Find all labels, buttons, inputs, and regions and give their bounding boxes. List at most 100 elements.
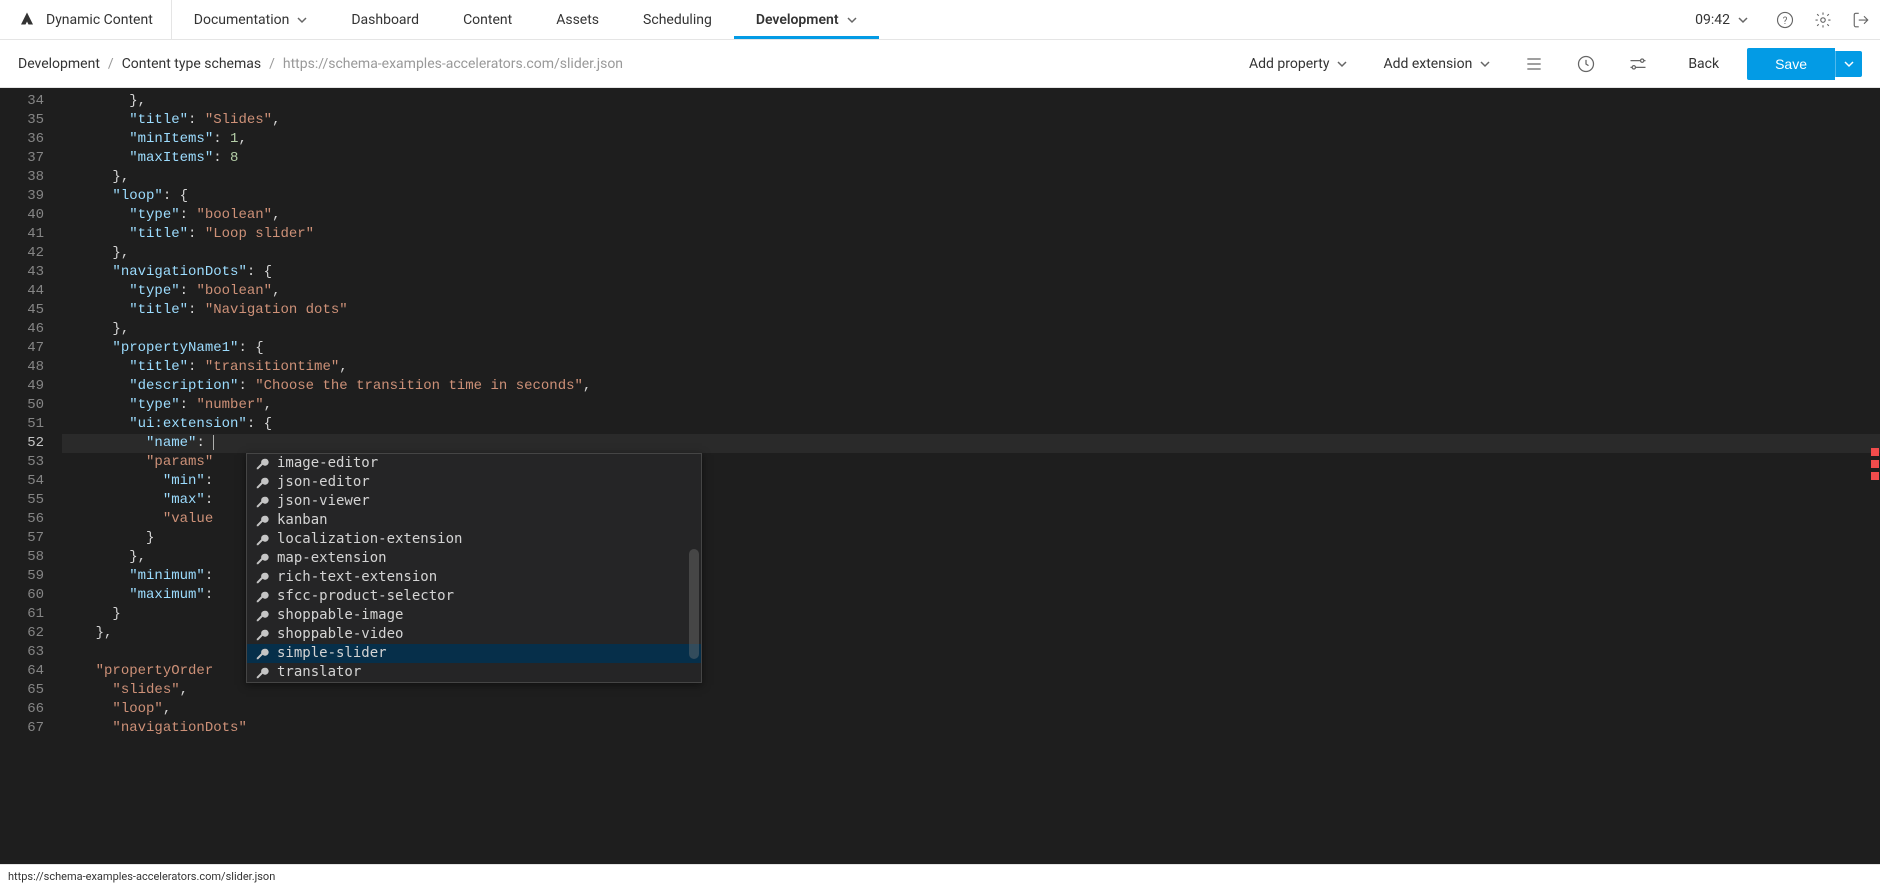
autocomplete-label: map-extension [277,549,387,568]
code-line[interactable]: "ui:extension": { [62,415,1880,434]
code-line[interactable]: "propertyName1": { [62,339,1880,358]
code-line[interactable]: }, [62,168,1880,187]
code-line[interactable]: "loop": { [62,187,1880,206]
autocomplete-item[interactable]: map-extension [247,549,701,568]
code-line[interactable]: "minItems": 1, [62,130,1880,149]
autocomplete-item[interactable]: shoppable-image [247,606,701,625]
code-line[interactable]: "description": "Choose the transition ti… [62,377,1880,396]
nav-item-label: Content [463,12,512,28]
line-number: 65 [0,681,44,700]
line-number: 48 [0,358,44,377]
breadcrumb-item[interactable]: Content type schemas [122,56,261,72]
line-number: 57 [0,529,44,548]
line-number: 35 [0,111,44,130]
code-line[interactable]: "loop", [62,700,1880,719]
autocomplete-item[interactable]: rich-text-extension [247,568,701,587]
autocomplete-item[interactable]: simple-slider [247,644,701,663]
autocomplete-item[interactable]: translator [247,663,701,682]
wrench-icon [255,590,269,604]
line-number: 55 [0,491,44,510]
autocomplete-item[interactable]: image-editor [247,454,701,473]
add-property-label: Add property [1249,56,1329,72]
code-line[interactable]: "type": "boolean", [62,282,1880,301]
autocomplete-item[interactable]: sfcc-product-selector [247,587,701,606]
add-property-button[interactable]: Add property [1235,56,1361,72]
settings-icon[interactable] [1814,11,1832,29]
code-line[interactable]: "navigationDots" [62,719,1880,738]
add-extension-label: Add extension [1383,56,1472,72]
code-line[interactable]: "navigationDots": { [62,263,1880,282]
line-number: 64 [0,662,44,681]
autocomplete-item[interactable]: json-viewer [247,492,701,511]
chevron-down-icon [847,15,857,25]
line-number: 67 [0,719,44,738]
logout-icon[interactable] [1852,11,1870,29]
code-line[interactable]: "name": [62,434,1880,453]
autocomplete-label: sfcc-product-selector [277,587,454,606]
brand-name: Dynamic Content [46,12,153,28]
error-marker[interactable] [1871,472,1879,480]
wrench-icon [255,609,269,623]
line-number: 58 [0,548,44,567]
history-icon[interactable] [1576,54,1596,74]
nav-item-documentation[interactable]: Documentation [172,0,330,39]
wrench-icon [255,495,269,509]
autocomplete-scrollbar[interactable] [689,549,699,659]
code-editor[interactable]: 3435363738394041424344454647484950515253… [0,88,1880,864]
autocomplete-item[interactable]: shoppable-video [247,625,701,644]
autocomplete-popup: image-editorjson-editorjson-viewerkanban… [246,453,702,683]
code-line[interactable]: "title": "Slides", [62,111,1880,130]
save-button-group: Save [1747,48,1862,80]
code-line[interactable]: }, [62,320,1880,339]
autocomplete-item[interactable]: localization-extension [247,530,701,549]
back-button[interactable]: Back [1668,56,1739,72]
code-line[interactable]: "title": "Navigation dots" [62,301,1880,320]
code-line[interactable]: "title": "transitiontime", [62,358,1880,377]
nav-item-assets[interactable]: Assets [534,0,621,39]
chevron-down-icon [297,15,307,25]
code-line[interactable]: "type": "boolean", [62,206,1880,225]
status-bar: https://schema-examples-accelerators.com… [0,864,1880,888]
line-number: 53 [0,453,44,472]
wrench-icon [255,552,269,566]
line-number: 42 [0,244,44,263]
code-line[interactable]: "slides", [62,681,1880,700]
nav-item-content[interactable]: Content [441,0,534,39]
brand-block[interactable]: Dynamic Content [0,0,172,39]
autocomplete-label: shoppable-video [277,625,403,644]
autocomplete-label: kanban [277,511,328,530]
line-number: 56 [0,510,44,529]
wrench-icon [255,647,269,661]
save-split-button[interactable] [1835,51,1862,77]
code-line[interactable]: "title": "Loop slider" [62,225,1880,244]
autocomplete-item[interactable]: json-editor [247,473,701,492]
line-number: 37 [0,149,44,168]
nav-item-dashboard[interactable]: Dashboard [329,0,441,39]
nav-item-label: Documentation [194,12,290,28]
nav-item-label: Assets [556,12,599,28]
nav-item-scheduling[interactable]: Scheduling [621,0,734,39]
clock-chevron-icon[interactable] [1738,15,1748,25]
line-number: 54 [0,472,44,491]
code-line[interactable]: "type": "number", [62,396,1880,415]
line-number: 50 [0,396,44,415]
line-number: 40 [0,206,44,225]
help-icon[interactable]: ? [1776,11,1794,29]
line-number: 39 [0,187,44,206]
breadcrumb-item[interactable]: Development [18,56,100,72]
error-marker[interactable] [1871,448,1879,456]
line-number: 38 [0,168,44,187]
save-button[interactable]: Save [1747,48,1835,80]
line-number: 66 [0,700,44,719]
nav-item-development[interactable]: Development [734,0,879,39]
code-line[interactable]: }, [62,244,1880,263]
error-marker[interactable] [1871,460,1879,468]
add-extension-button[interactable]: Add extension [1369,56,1504,72]
line-number: 61 [0,605,44,624]
autocomplete-item[interactable]: kanban [247,511,701,530]
code-line[interactable]: }, [62,92,1880,111]
line-number: 36 [0,130,44,149]
outline-view-icon[interactable] [1524,54,1544,74]
code-line[interactable]: "maxItems": 8 [62,149,1880,168]
settings-toggle-icon[interactable] [1628,54,1648,74]
